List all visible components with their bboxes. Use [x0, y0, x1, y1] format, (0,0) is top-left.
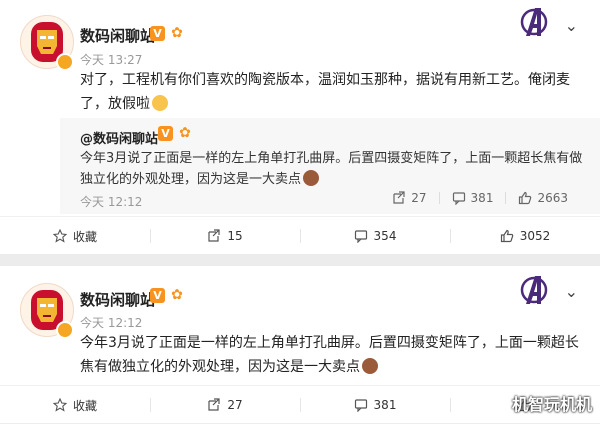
repost-like-count[interactable]: 2663 [506, 191, 580, 205]
username[interactable]: 数码闲聊站 [80, 25, 155, 46]
repost-icon [393, 191, 405, 204]
comment-icon [452, 192, 465, 205]
repost-stats: 27 381 2663 [380, 191, 580, 205]
comment-icon [354, 399, 367, 412]
post-action-bar: 收藏 15 354 3052 [0, 216, 600, 255]
star-icon [52, 229, 67, 243]
post-timestamp[interactable]: 今天 12:12 [80, 314, 142, 331]
repost-username[interactable]: @数码闲聊站 [80, 128, 158, 147]
favorite-button[interactable]: 收藏 [0, 217, 150, 255]
avengers-logo-icon [520, 276, 548, 304]
repost-body: 今年3月说了正面是一样的左上角单打孔曲屏。后置四摄变矩阵了，上面一颗超长焦有做独… [80, 151, 583, 187]
monkey-emoji-icon [303, 170, 320, 186]
post-body: 对了，工程机有你们喜欢的陶瓷版本，温润如玉那种，据说有用新工艺。俺闭麦了，放假啦 [80, 72, 570, 112]
medal-icon: ✿ [171, 287, 183, 303]
medal-icon: ✿ [171, 25, 183, 41]
verified-badge-icon [56, 53, 74, 71]
weibo-post-card: 数码闲聊站 V ✿ 今天 12:12 ⌄ 今年3月说了正面是一样的左上角单打孔曲… [0, 266, 600, 423]
comment-button[interactable]: 354 [300, 217, 450, 255]
post-body: 今年3月说了正面是一样的左上角单打孔曲屏。后置四摄变矩阵了，上面一颗超长焦有做独… [80, 335, 579, 375]
repost-icon [208, 398, 220, 411]
like-button[interactable]: 3052 [450, 217, 600, 255]
weibo-post-card: 数码闲聊站 V ✿ 今天 13:27 ⌄ 对了，工程机有你们喜欢的陶瓷版本，温润… [0, 0, 600, 254]
post-timestamp[interactable]: 今天 13:27 [80, 51, 142, 68]
username[interactable]: 数码闲聊站 [80, 289, 155, 310]
favorite-button[interactable]: 收藏 [0, 386, 150, 424]
verified-badge-icon [56, 321, 74, 339]
thumbs-up-icon [500, 229, 513, 243]
more-options-chevron-icon[interactable]: ⌄ [565, 282, 578, 301]
avengers-logo-icon [520, 8, 548, 36]
repost-button[interactable]: 27 [150, 386, 300, 424]
repost-comment-count[interactable]: 381 [440, 191, 506, 205]
vip-badge-icon: V [150, 288, 165, 303]
thumbs-up-icon [519, 191, 532, 205]
repost-timestamp[interactable]: 今天 12:12 [80, 193, 142, 210]
repost-button[interactable]: 15 [150, 217, 300, 255]
more-options-chevron-icon[interactable]: ⌄ [565, 16, 578, 35]
reposted-weibo[interactable]: @数码闲聊站 V ✿ 今年3月说了正面是一样的左上角单打孔曲屏。后置四摄变矩阵了… [60, 118, 600, 214]
comment-icon [354, 230, 367, 243]
repost-icon [208, 229, 220, 242]
grin-emoji-icon [152, 95, 168, 111]
repost-repost-count[interactable]: 27 [380, 191, 438, 205]
vip-badge-icon: V [158, 126, 173, 141]
comment-button[interactable]: 381 [300, 386, 450, 424]
vip-badge-icon: V [150, 26, 165, 41]
post-action-bar: 收藏 27 381 [0, 385, 600, 424]
medal-icon: ✿ [179, 125, 191, 141]
watermark: 机智玩机机 [511, 395, 592, 414]
monkey-emoji-icon [362, 358, 378, 374]
star-icon [52, 398, 67, 412]
